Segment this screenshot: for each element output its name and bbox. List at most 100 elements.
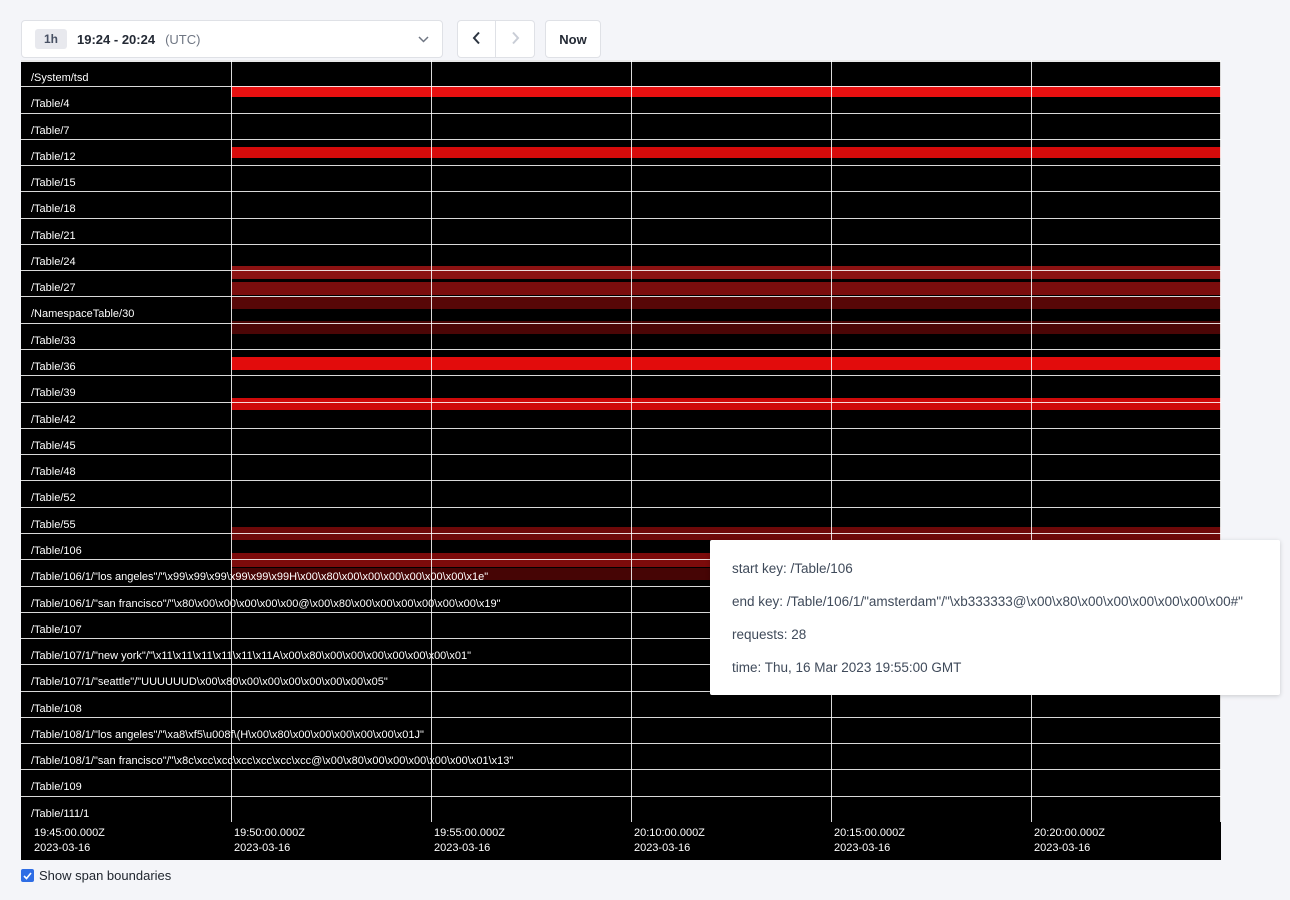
span-key-label: /Table/106/1/"san francisco"/"\x80\x00\x… — [31, 598, 501, 611]
span-boundary-line — [21, 191, 1221, 192]
toolbar: 1h 19:24 - 20:24 (UTC) Now — [21, 20, 601, 58]
chevron-left-icon — [472, 31, 481, 48]
tooltip: start key: /Table/106 end key: /Table/10… — [710, 540, 1280, 695]
span-key-label: /Table/24 — [31, 256, 76, 269]
time-gridline — [831, 60, 832, 822]
heat-band — [231, 266, 1221, 279]
time-gridline — [1031, 60, 1032, 822]
span-boundary-line — [21, 165, 1221, 166]
span-boundary-line — [21, 296, 1221, 297]
show-span-boundaries-label: Show span boundaries — [39, 868, 171, 883]
span-boundary-line — [21, 270, 1221, 271]
tooltip-time: time: Thu, 16 Mar 2023 19:55:00 GMT — [732, 651, 1258, 684]
span-key-label: /Table/108 — [31, 703, 82, 716]
time-range-zone: (UTC) — [165, 32, 200, 47]
span-key-label: /Table/33 — [31, 335, 76, 348]
heat-band — [231, 357, 1221, 370]
span-key-label: /Table/48 — [31, 466, 76, 479]
span-key-label: /Table/106/1/"los angeles"/"\x99\x99\x99… — [31, 571, 488, 584]
span-boundary-line — [21, 743, 1221, 744]
x-axis-time: 20:15:00.000Z — [834, 826, 905, 841]
tooltip-requests: requests: 28 — [732, 618, 1258, 651]
x-axis-label: 20:20:00.000Z2023-03-16 — [1031, 826, 1105, 856]
span-boundary-line — [21, 796, 1221, 797]
span-key-label: /Table/18 — [31, 203, 76, 216]
x-axis-label: 20:10:00.000Z2023-03-16 — [631, 826, 705, 856]
x-axis-label: 19:50:00.000Z2023-03-16 — [231, 826, 305, 856]
tooltip-start-key: start key: /Table/106 — [732, 552, 1258, 585]
x-axis: 19:45:00.000Z2023-03-1619:50:00.000Z2023… — [21, 822, 1221, 860]
span-key-label: /Table/39 — [31, 387, 76, 400]
span-boundary-line — [21, 533, 1221, 534]
x-axis-date: 2023-03-16 — [434, 841, 505, 856]
span-key-label: /Table/4 — [31, 98, 70, 111]
x-axis-date: 2023-03-16 — [34, 841, 105, 856]
span-key-label: /Table/109 — [31, 781, 82, 794]
span-key-label: /Table/12 — [31, 151, 76, 164]
tooltip-end-key: end key: /Table/106/1/"amsterdam"/"\xb33… — [732, 585, 1258, 618]
x-axis-label: 19:45:00.000Z2023-03-16 — [31, 826, 105, 856]
span-key-label: /Table/111/1 — [31, 808, 89, 821]
prev-time-button[interactable] — [457, 20, 496, 58]
span-key-label: /Table/107/1/"seattle"/"UUUUUUD\x00\x80\… — [31, 676, 388, 689]
span-key-label: /Table/107/1/"new york"/"\x11\x11\x11\x1… — [31, 650, 471, 663]
time-range-badge: 1h — [35, 29, 67, 49]
chevron-right-icon — [511, 31, 520, 48]
span-boundary-line — [21, 113, 1221, 114]
now-button[interactable]: Now — [545, 20, 601, 58]
key-visualizer-canvas[interactable]: /System/tsd/Table/4/Table/7/Table/12/Tab… — [21, 60, 1221, 860]
span-boundary-line — [21, 480, 1221, 481]
x-axis-time: 20:20:00.000Z — [1034, 826, 1105, 841]
checkmark-icon — [23, 867, 32, 885]
span-boundary-line — [21, 60, 1221, 62]
span-boundary-line — [21, 244, 1221, 245]
heat-band — [231, 86, 1221, 97]
next-time-button[interactable] — [496, 20, 535, 58]
span-key-label: /Table/7 — [31, 125, 70, 138]
heat-band — [231, 297, 1221, 309]
span-key-label: /Table/52 — [31, 492, 76, 505]
span-key-label: /NamespaceTable/30 — [31, 308, 134, 321]
show-span-boundaries-checkbox[interactable] — [21, 869, 34, 882]
span-boundary-line — [21, 323, 1221, 324]
heat-band — [231, 398, 1221, 410]
span-boundary-line — [21, 717, 1221, 718]
footer: Show span boundaries — [21, 868, 171, 883]
x-axis-time: 19:55:00.000Z — [434, 826, 505, 841]
span-boundary-line — [21, 349, 1221, 350]
x-axis-time: 20:10:00.000Z — [634, 826, 705, 841]
span-key-label: /Table/45 — [31, 440, 76, 453]
chevron-down-icon — [418, 36, 429, 43]
x-axis-label: 20:15:00.000Z2023-03-16 — [831, 826, 905, 856]
span-key-label: /Table/108/1/"san francisco"/"\x8c\xcc\x… — [31, 755, 513, 768]
heat-band — [231, 282, 1221, 295]
span-boundary-line — [21, 375, 1221, 376]
rows-area: /System/tsd/Table/4/Table/7/Table/12/Tab… — [21, 60, 1221, 822]
span-key-label: /Table/107 — [31, 624, 82, 637]
span-boundary-line — [21, 139, 1221, 140]
span-key-label: /System/tsd — [31, 72, 88, 85]
time-gridline — [631, 60, 632, 822]
span-key-label: /Table/55 — [31, 519, 76, 532]
time-gridline — [431, 60, 432, 822]
x-axis-date: 2023-03-16 — [634, 841, 705, 856]
x-axis-time: 19:50:00.000Z — [234, 826, 305, 841]
span-key-label: /Table/27 — [31, 282, 76, 295]
x-axis-date: 2023-03-16 — [834, 841, 905, 856]
span-key-label: /Table/108/1/"los angeles"/"\xa8\xf5\u00… — [31, 729, 424, 742]
span-boundary-line — [21, 454, 1221, 455]
time-gridline — [231, 60, 232, 822]
span-key-label: /Table/106 — [31, 545, 82, 558]
heat-band — [231, 147, 1221, 158]
x-axis-label: 19:55:00.000Z2023-03-16 — [431, 826, 505, 856]
time-range-selector[interactable]: 1h 19:24 - 20:24 (UTC) — [21, 20, 443, 58]
x-axis-date: 2023-03-16 — [1034, 841, 1105, 856]
span-boundary-line — [21, 402, 1221, 403]
time-gridline — [1220, 60, 1221, 822]
time-range-label: 19:24 - 20:24 — [77, 32, 155, 47]
x-axis-date: 2023-03-16 — [234, 841, 305, 856]
span-key-label: /Table/21 — [31, 230, 76, 243]
span-key-label: /Table/15 — [31, 177, 76, 190]
key-visualizer-page: 1h 19:24 - 20:24 (UTC) Now /System/tsd/T… — [0, 0, 1290, 900]
span-boundary-line — [21, 507, 1221, 508]
